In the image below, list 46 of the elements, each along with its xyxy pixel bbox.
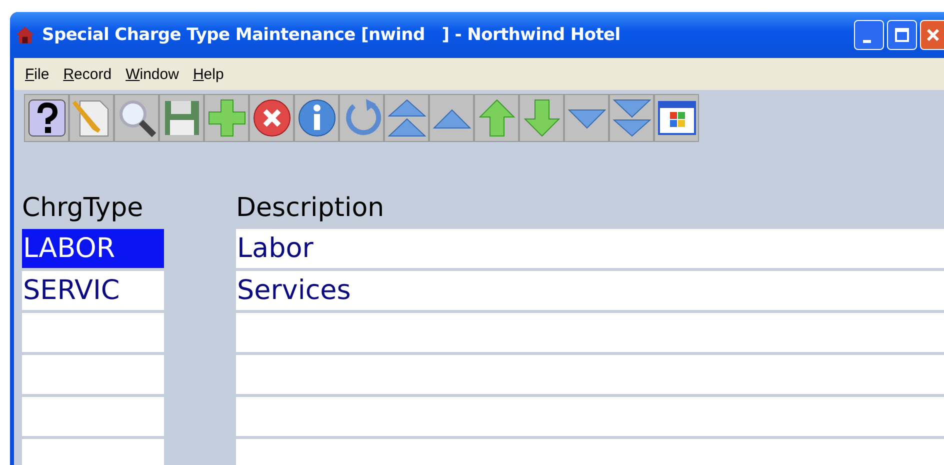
- empty-cell[interactable]: [22, 355, 164, 394]
- empty-cell[interactable]: [236, 397, 944, 436]
- up-arrow-icon: [476, 98, 516, 138]
- plus-icon: [206, 98, 246, 138]
- close-icon: [924, 27, 940, 43]
- column-header: Description: [236, 192, 386, 225]
- delete-button[interactable]: [249, 94, 294, 142]
- empty-cell[interactable]: [236, 313, 944, 352]
- table-cell[interactable]: LABOR: [22, 229, 164, 268]
- search-button[interactable]: [114, 94, 159, 142]
- help-button[interactable]: [24, 94, 69, 142]
- menu-item[interactable]: Window: [120, 64, 184, 84]
- prev-button[interactable]: [474, 94, 519, 142]
- first-button[interactable]: [384, 94, 429, 142]
- window-icon: [656, 98, 696, 138]
- menu-item[interactable]: Record: [58, 64, 117, 84]
- empty-cell[interactable]: [22, 397, 164, 436]
- next-page-button[interactable]: [564, 94, 609, 142]
- minimize-button[interactable]: [854, 20, 884, 50]
- page-pencil-icon: [72, 98, 112, 138]
- double-down-triangle-icon: [612, 98, 652, 138]
- empty-cell[interactable]: [236, 355, 944, 394]
- column-header: ChrgType: [22, 192, 144, 225]
- table-cell[interactable]: Services: [236, 271, 944, 310]
- down-arrow-icon: [522, 98, 562, 138]
- close-button[interactable]: [920, 20, 944, 50]
- menu-item[interactable]: File: [20, 64, 54, 84]
- next-button[interactable]: [519, 94, 564, 142]
- info-icon: [296, 98, 336, 138]
- minimize-icon: [863, 40, 871, 42]
- prev-page-button[interactable]: [429, 94, 474, 142]
- question-mark-icon: [26, 98, 66, 138]
- hotel-icon: [14, 24, 36, 46]
- table-cell[interactable]: Labor: [236, 229, 944, 268]
- delete-icon: [252, 98, 292, 138]
- table-cell[interactable]: SERVIC: [22, 271, 164, 310]
- window-title: Special Charge Type Maintenance [nwind ] - Northwind Hotel: [42, 25, 620, 45]
- maximize-button[interactable]: [887, 20, 917, 50]
- empty-cell[interactable]: [22, 313, 164, 352]
- window-button[interactable]: [654, 94, 699, 142]
- maximize-icon: [894, 27, 910, 43]
- menu-item[interactable]: Help: [188, 64, 229, 84]
- info-button[interactable]: [294, 94, 339, 142]
- double-up-triangle-icon: [386, 98, 426, 138]
- last-button[interactable]: [609, 94, 654, 142]
- search-icon: [116, 98, 156, 138]
